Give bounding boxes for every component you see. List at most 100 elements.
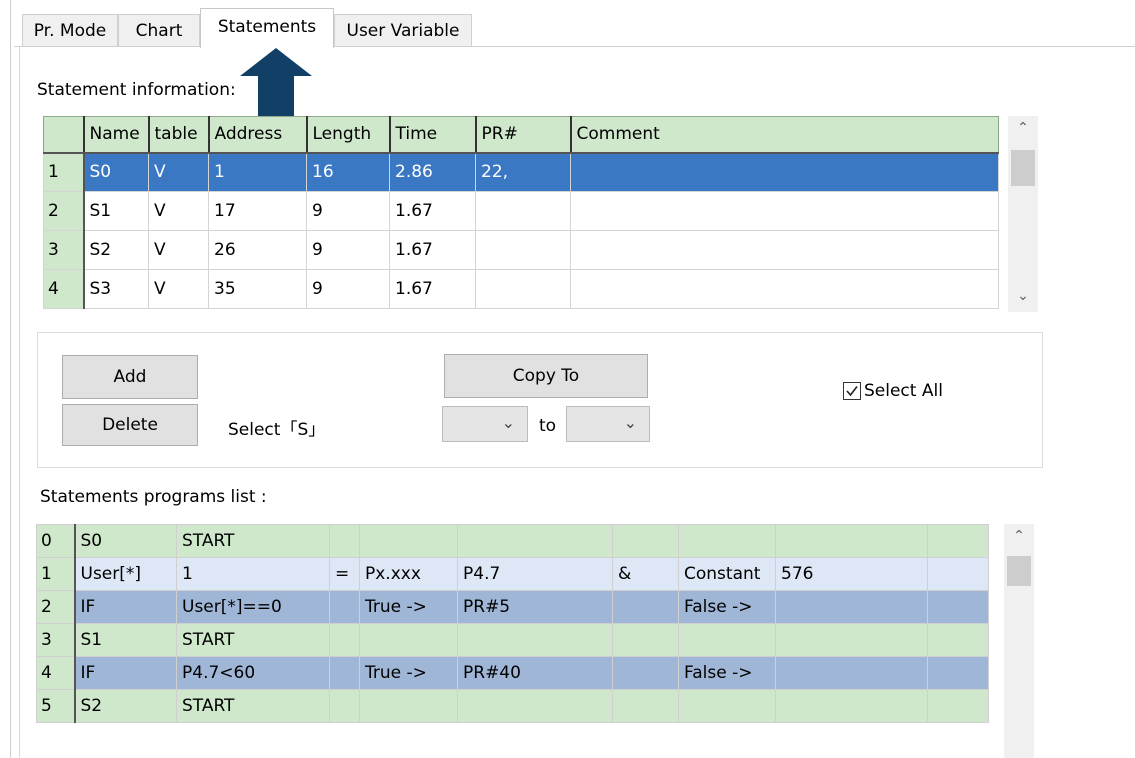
tab-pr-mode[interactable]: Pr. Mode bbox=[22, 14, 118, 46]
program-cell[interactable]: PR#5 bbox=[457, 590, 613, 624]
statement-row-2[interactable]: 2 S1 V 17 9 1.67 bbox=[43, 191, 999, 231]
program-cell[interactable] bbox=[678, 524, 776, 558]
cell-length[interactable]: 9 bbox=[306, 269, 390, 309]
header-length[interactable]: Length bbox=[305, 116, 390, 154]
program-cell[interactable]: IF bbox=[74, 590, 177, 624]
program-cell[interactable]: False -> bbox=[678, 656, 776, 690]
scrollbar-thumb[interactable] bbox=[1011, 150, 1035, 186]
tab-user-variable[interactable]: User Variable bbox=[334, 14, 472, 46]
cell-pr[interactable] bbox=[475, 269, 571, 309]
program-cell[interactable] bbox=[775, 689, 928, 723]
chevron-down-icon[interactable]: ⌄ bbox=[1008, 288, 1038, 304]
program-cell[interactable] bbox=[359, 689, 458, 723]
cell-table[interactable]: V bbox=[148, 152, 209, 192]
cell-table[interactable]: V bbox=[148, 269, 209, 309]
program-cell[interactable] bbox=[775, 590, 928, 624]
program-cell[interactable]: False -> bbox=[678, 590, 776, 624]
program-row[interactable]: 0 S0 START bbox=[36, 524, 989, 558]
program-cell[interactable]: S1 bbox=[74, 623, 177, 657]
row-number[interactable]: 4 bbox=[36, 656, 76, 690]
program-row[interactable]: 2 IF User[*]==0 True -> PR#5 False -> bbox=[36, 590, 989, 624]
cell-address[interactable]: 17 bbox=[208, 191, 307, 231]
program-cell[interactable] bbox=[612, 590, 679, 624]
program-cell[interactable]: 1 bbox=[176, 557, 330, 591]
statement-row-1[interactable]: 1 S0 V 1 16 2.86 22, bbox=[43, 152, 999, 192]
cell-comment[interactable] bbox=[570, 230, 999, 270]
header-pr[interactable]: PR# bbox=[474, 116, 571, 154]
cell-time[interactable]: 1.67 bbox=[389, 230, 476, 270]
program-row[interactable]: 5 S2 START bbox=[36, 689, 989, 723]
cell-time[interactable]: 2.86 bbox=[389, 152, 476, 192]
program-cell[interactable] bbox=[927, 689, 989, 723]
row-number[interactable]: 4 bbox=[43, 269, 85, 309]
program-cell[interactable] bbox=[927, 656, 989, 690]
statement-table-scrollbar[interactable]: ⌃ ⌄ bbox=[1008, 116, 1038, 312]
program-cell[interactable] bbox=[678, 689, 776, 723]
program-cell[interactable] bbox=[612, 623, 679, 657]
cell-name[interactable]: S0 bbox=[83, 152, 149, 192]
cell-pr[interactable] bbox=[475, 230, 571, 270]
cell-address[interactable]: 1 bbox=[208, 152, 307, 192]
program-cell[interactable] bbox=[927, 623, 989, 657]
program-cell[interactable]: Constant bbox=[678, 557, 776, 591]
program-cell[interactable] bbox=[612, 524, 679, 558]
select-all-checkbox[interactable] bbox=[843, 382, 861, 400]
chevron-up-icon[interactable]: ⌃ bbox=[1004, 528, 1034, 544]
row-number[interactable]: 1 bbox=[43, 152, 85, 192]
copy-to-combo[interactable]: ⌄ bbox=[566, 406, 650, 442]
program-row[interactable]: 1 User[*] 1 = Px.xxx P4.7 & Constant 576 bbox=[36, 557, 989, 591]
cell-comment[interactable] bbox=[570, 152, 999, 192]
program-cell[interactable] bbox=[927, 590, 989, 624]
program-cell[interactable] bbox=[927, 557, 989, 591]
header-address[interactable]: Address bbox=[207, 116, 307, 154]
cell-length[interactable]: 9 bbox=[306, 230, 390, 270]
row-number[interactable]: 0 bbox=[36, 524, 76, 558]
row-number[interactable]: 2 bbox=[43, 191, 85, 231]
cell-table[interactable]: V bbox=[148, 191, 209, 231]
select-all-label[interactable]: Select All bbox=[864, 381, 943, 401]
program-cell[interactable] bbox=[329, 623, 360, 657]
programs-list-scrollbar[interactable]: ⌃ bbox=[1004, 524, 1034, 758]
header-name[interactable]: Name bbox=[82, 116, 149, 154]
program-row[interactable]: 4 IF P4.7<60 True -> PR#40 False -> bbox=[36, 656, 989, 690]
row-number[interactable]: 1 bbox=[36, 557, 76, 591]
program-cell[interactable] bbox=[775, 524, 928, 558]
program-cell[interactable]: P4.7<60 bbox=[176, 656, 330, 690]
program-cell[interactable] bbox=[329, 590, 360, 624]
tab-chart[interactable]: Chart bbox=[118, 14, 200, 46]
program-cell[interactable]: START bbox=[176, 689, 330, 723]
program-cell[interactable] bbox=[775, 623, 928, 657]
row-number[interactable]: 2 bbox=[36, 590, 76, 624]
cell-comment[interactable] bbox=[570, 269, 999, 309]
program-cell[interactable] bbox=[457, 689, 613, 723]
header-time[interactable]: Time bbox=[388, 116, 476, 154]
program-cell[interactable] bbox=[359, 623, 458, 657]
program-cell[interactable]: User[*] bbox=[74, 557, 177, 591]
cell-name[interactable]: S1 bbox=[83, 191, 149, 231]
cell-time[interactable]: 1.67 bbox=[389, 191, 476, 231]
row-number[interactable]: 3 bbox=[43, 230, 85, 270]
cell-comment[interactable] bbox=[570, 191, 999, 231]
program-cell[interactable]: S2 bbox=[74, 689, 177, 723]
program-cell[interactable] bbox=[612, 656, 679, 690]
copy-to-button[interactable]: Copy To bbox=[444, 354, 648, 398]
row-number[interactable]: 5 bbox=[36, 689, 76, 723]
add-button[interactable]: Add bbox=[62, 355, 198, 399]
cell-pr[interactable] bbox=[475, 191, 571, 231]
statement-row-3[interactable]: 3 S2 V 26 9 1.67 bbox=[43, 230, 999, 270]
program-cell[interactable] bbox=[678, 623, 776, 657]
cell-table[interactable]: V bbox=[148, 230, 209, 270]
tab-statements[interactable]: Statements bbox=[200, 8, 334, 48]
program-cell[interactable] bbox=[359, 524, 458, 558]
row-number[interactable]: 3 bbox=[36, 623, 76, 657]
cell-length[interactable]: 9 bbox=[306, 191, 390, 231]
cell-pr[interactable]: 22, bbox=[475, 152, 571, 192]
cell-time[interactable]: 1.67 bbox=[389, 269, 476, 309]
header-comment[interactable]: Comment bbox=[569, 116, 999, 154]
program-cell[interactable]: START bbox=[176, 623, 330, 657]
cell-name[interactable]: S2 bbox=[83, 230, 149, 270]
program-cell[interactable] bbox=[457, 524, 613, 558]
program-cell[interactable]: & bbox=[612, 557, 679, 591]
program-cell[interactable]: User[*]==0 bbox=[176, 590, 330, 624]
program-cell[interactable]: 576 bbox=[775, 557, 928, 591]
